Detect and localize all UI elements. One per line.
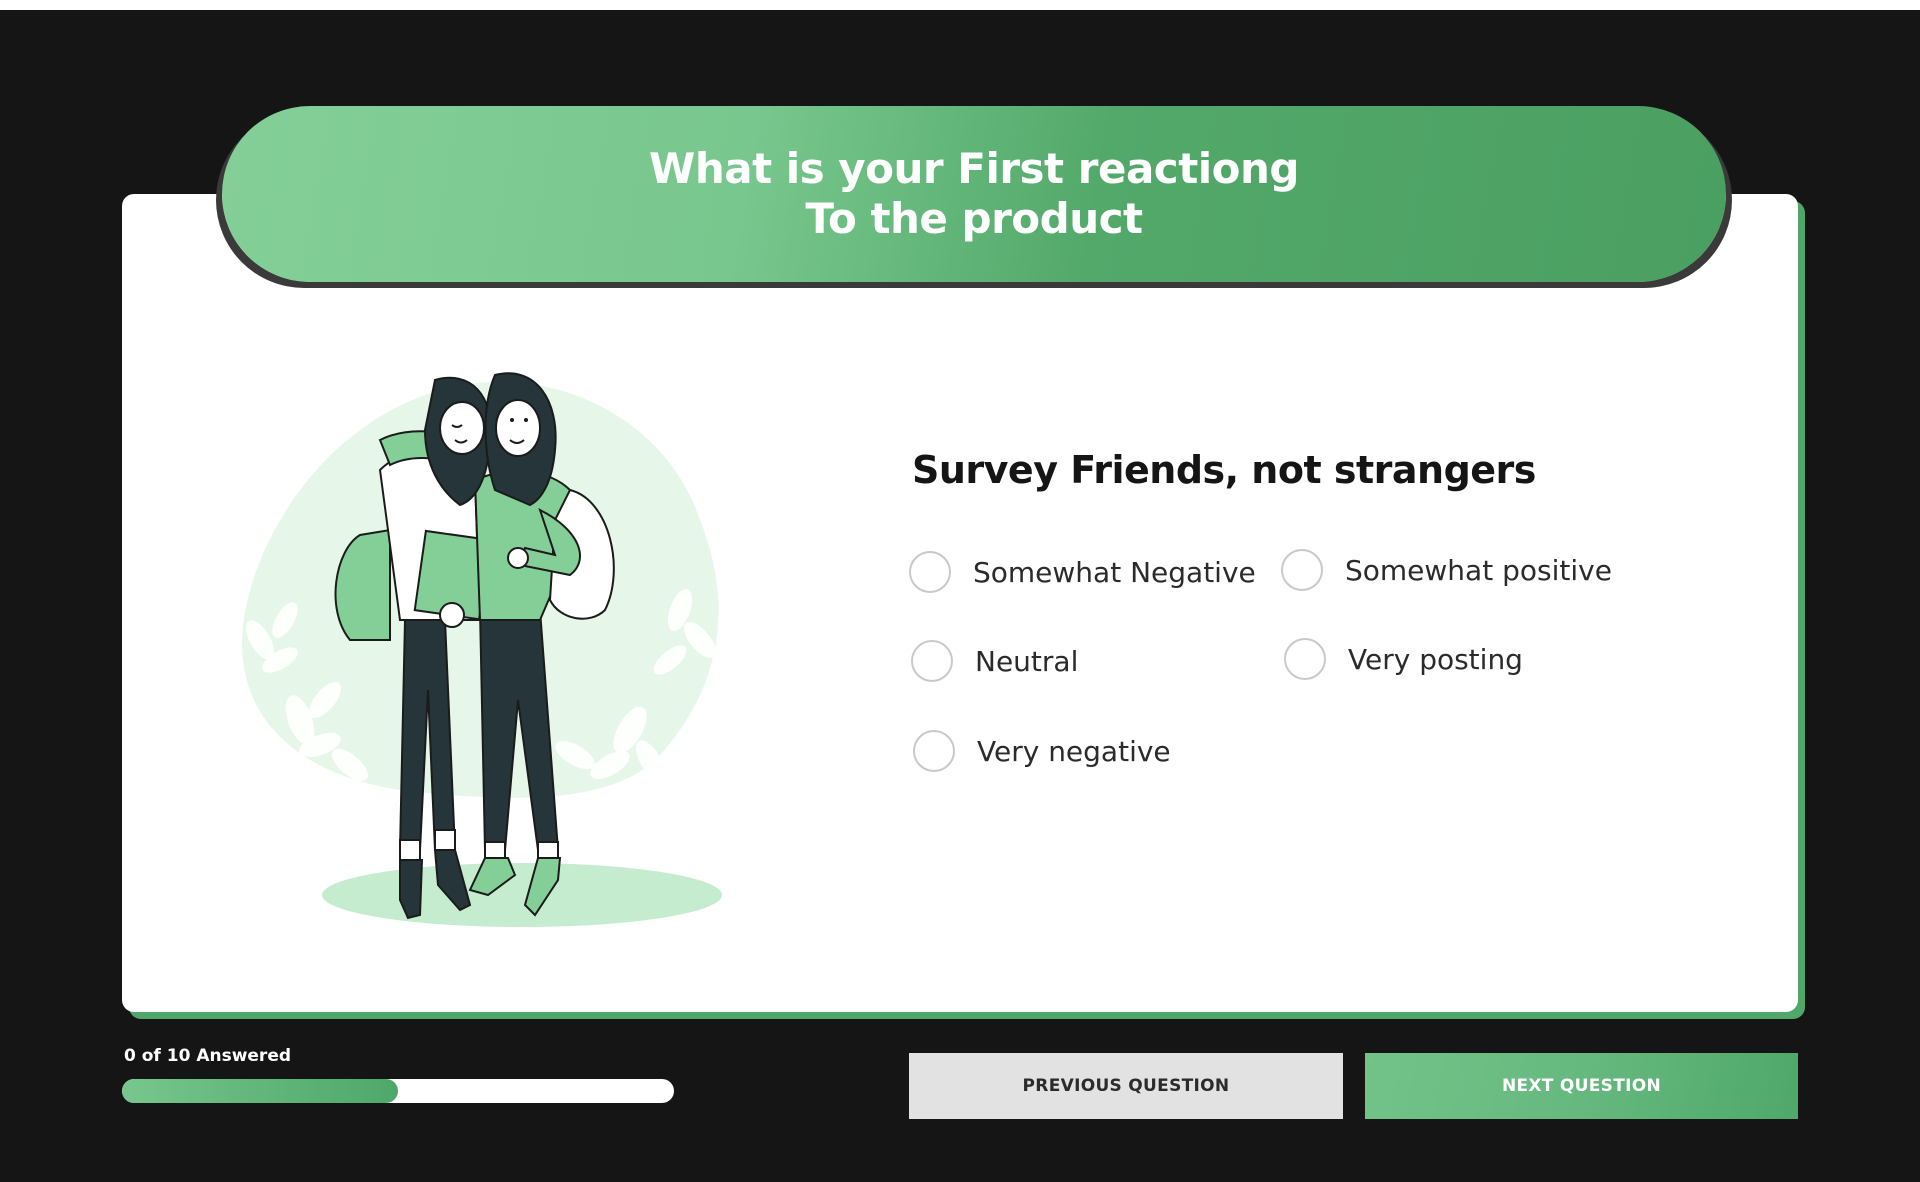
top-strip <box>0 0 1920 10</box>
option-somewhat-negative[interactable]: Somewhat Negative <box>909 551 1256 593</box>
option-somewhat-positive[interactable]: Somewhat positive <box>1281 549 1612 591</box>
radio-button[interactable] <box>911 640 953 682</box>
option-label: Very posting <box>1348 642 1523 676</box>
option-very-posting[interactable]: Very posting <box>1284 638 1523 680</box>
option-neutral[interactable]: Neutral <box>911 640 1078 682</box>
survey-panel: Survey Friends, not strangers <box>912 448 1672 492</box>
option-label: Somewhat Negative <box>973 555 1256 589</box>
progress-label: 0 of 10 Answered <box>124 1046 292 1066</box>
radio-button[interactable] <box>913 730 955 772</box>
radio-button[interactable] <box>909 551 951 593</box>
survey-title: Survey Friends, not strangers <box>912 448 1536 492</box>
progress-bar <box>122 1079 674 1103</box>
previous-question-button[interactable]: PREVIOUS QUESTION <box>909 1053 1343 1119</box>
next-question-button[interactable]: NEXT QUESTION <box>1365 1053 1798 1119</box>
question-title-line-2: To the product <box>805 194 1143 243</box>
option-very-negative[interactable]: Very negative <box>913 730 1171 772</box>
option-label: Somewhat positive <box>1345 553 1612 587</box>
progress-fill <box>122 1079 398 1103</box>
option-label: Neutral <box>975 644 1079 678</box>
option-label: Very negative <box>977 734 1171 768</box>
radio-button[interactable] <box>1281 549 1323 591</box>
question-header: What is your First reactiong To the prod… <box>222 106 1726 282</box>
question-title-line-1: What is your First reactiong <box>649 144 1299 193</box>
friends-illustration <box>241 372 722 927</box>
radio-button[interactable] <box>1284 638 1326 680</box>
